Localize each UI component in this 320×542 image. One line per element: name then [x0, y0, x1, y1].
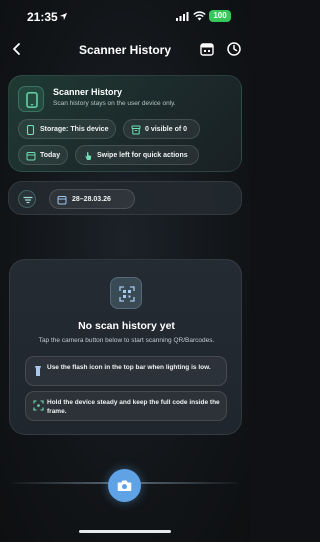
status-bar: 21:35 100	[0, 0, 250, 32]
tip-flash-text: Use the flash icon in the top bar when l…	[47, 364, 211, 371]
phone-storage-icon	[26, 125, 35, 135]
calendar-small-icon	[57, 196, 67, 205]
info-title: Scanner History	[53, 87, 123, 97]
signal-icon	[176, 12, 189, 21]
qr-scan-icon	[119, 286, 135, 302]
viewfinder-icon	[33, 400, 44, 411]
camera-scan-button[interactable]	[108, 469, 141, 502]
filter-lines-icon	[23, 196, 33, 204]
today-label: Today	[40, 152, 61, 159]
qr-scan-icon-box	[110, 277, 142, 309]
today-chip: Today	[18, 145, 68, 165]
wifi-icon	[193, 11, 206, 21]
flashlight-icon	[35, 366, 41, 376]
date-range-label: 28–28.03.26	[72, 196, 111, 203]
empty-title: No scan history yet	[78, 320, 175, 332]
info-card: Scanner History Scan history stays on th…	[8, 75, 242, 172]
filter-button[interactable]	[18, 190, 36, 208]
camera-icon	[117, 480, 132, 491]
smartphone-icon	[26, 92, 38, 108]
calendar-icon[interactable]	[199, 41, 215, 57]
tip-steady-text: Hold the device steady and keep the full…	[47, 399, 220, 415]
archive-icon	[131, 125, 141, 135]
clock-history-icon[interactable]	[226, 41, 242, 57]
calendar-small-icon	[26, 152, 36, 161]
date-range-chip[interactable]: 28–28.03.26	[49, 189, 135, 209]
screen: 21:35 100 Scanner History Scanner Histor…	[0, 0, 250, 542]
location-arrow-icon	[59, 12, 68, 21]
visible-count-chip: 0 visible of 0	[123, 119, 200, 139]
info-subtitle: Scan history stays on the user device on…	[53, 100, 176, 107]
header: Scanner History	[0, 36, 250, 64]
visible-count-label: 0 visible of 0	[145, 126, 188, 133]
hand-swipe-icon	[85, 152, 92, 160]
storage-chip: Storage: This device	[18, 119, 116, 139]
storage-label: Storage: This device	[40, 126, 109, 133]
swipe-hint-label: Swipe left for quick actions	[97, 152, 188, 159]
home-indicator	[79, 530, 171, 533]
battery-icon: 100	[209, 10, 231, 22]
device-icon-box	[18, 86, 44, 112]
tip-flash: Use the flash icon in the top bar when l…	[25, 356, 227, 386]
swipe-hint-chip: Swipe left for quick actions	[75, 145, 199, 165]
filter-bar: 28–28.03.26	[8, 181, 242, 215]
status-time: 21:35	[27, 10, 58, 24]
tip-steady: Hold the device steady and keep the full…	[25, 391, 227, 421]
empty-subtitle: Tap the camera button below to start sca…	[38, 337, 215, 344]
empty-state-card: No scan history yet Tap the camera butto…	[9, 259, 242, 435]
